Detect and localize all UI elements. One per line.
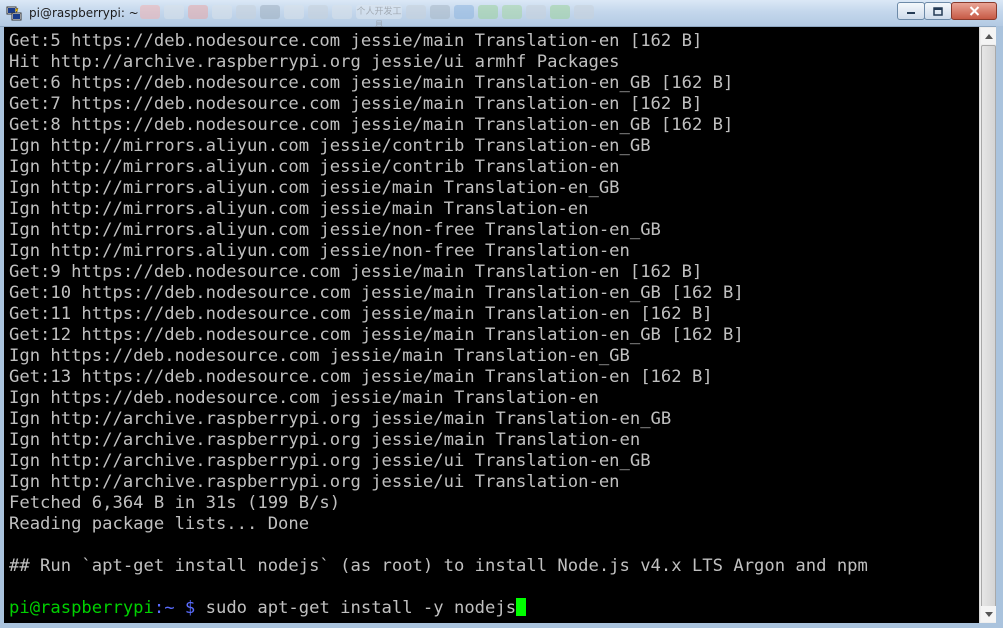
app-thumb-icon	[284, 5, 304, 19]
app-thumb-icon	[164, 5, 184, 19]
terminal-line: Ign http://mirrors.aliyun.com jessie/mai…	[9, 178, 620, 198]
taskbar-label: 个人开发工具	[356, 5, 402, 31]
maximize-button[interactable]	[924, 2, 952, 20]
prompt-path: :~ $	[153, 598, 196, 618]
app-thumb-icon	[550, 5, 570, 19]
terminal-line: Ign http://mirrors.aliyun.com jessie/non…	[9, 241, 630, 261]
app-thumb-icon	[140, 5, 160, 19]
app-thumb-icon	[430, 5, 450, 19]
app-thumb-icon	[454, 5, 474, 19]
terminal-line: Get:7 https://deb.nodesource.com jessie/…	[9, 94, 703, 114]
terminal-line: ## Run `apt-get install nodejs` (as root…	[9, 556, 868, 576]
terminal-line: Ign https://deb.nodesource.com jessie/ma…	[9, 346, 630, 366]
app-thumb-icon	[502, 5, 522, 19]
app-thumb-icon	[212, 5, 232, 19]
terminal-line: Ign http://mirrors.aliyun.com jessie/con…	[9, 157, 620, 177]
prompt-line[interactable]: pi@raspberrypi:~ $ sudo apt-get install …	[9, 598, 868, 619]
putty-icon	[6, 6, 22, 21]
terminal-line: Ign http://mirrors.aliyun.com jessie/non…	[9, 220, 661, 240]
scroll-down-button[interactable]	[981, 606, 996, 622]
app-thumb-icon	[188, 5, 208, 19]
terminal-line: Ign http://archive.raspberrypi.org jessi…	[9, 430, 641, 450]
terminal-lines: Get:5 https://deb.nodesource.com jessie/…	[9, 31, 868, 619]
terminal-line: Hit http://archive.raspberrypi.org jessi…	[9, 52, 620, 72]
app-thumb-icon	[332, 5, 352, 19]
terminal-line: Ign http://mirrors.aliyun.com jessie/con…	[9, 136, 651, 156]
arrow-up-icon	[984, 33, 993, 39]
terminal-line: Get:5 https://deb.nodesource.com jessie/…	[9, 31, 703, 51]
terminal-output[interactable]: Get:5 https://deb.nodesource.com jessie/…	[4, 27, 991, 623]
window-border-right	[996, 26, 1003, 628]
terminal-line: Get:12 https://deb.nodesource.com jessie…	[9, 325, 744, 345]
taskbar-thumbnails: 个人开发工具	[140, 3, 695, 31]
terminal-line: Ign http://archive.raspberrypi.org jessi…	[9, 451, 651, 471]
terminal-line: Ign http://archive.raspberrypi.org jessi…	[9, 409, 672, 429]
app-thumb-icon	[236, 5, 256, 19]
close-icon	[969, 6, 979, 16]
scroll-up-button[interactable]	[981, 28, 996, 44]
terminal-line: Ign http://archive.raspberrypi.org jessi…	[9, 472, 620, 492]
scrollbar-thumb[interactable]	[981, 45, 996, 611]
terminal-line: Get:9 https://deb.nodesource.com jessie/…	[9, 262, 703, 282]
window-controls	[897, 2, 997, 20]
text-cursor	[516, 598, 527, 616]
terminal-line: Ign http://mirrors.aliyun.com jessie/mai…	[9, 199, 589, 219]
title-bar[interactable]: pi@raspberrypi: ~ 个人开发工具	[0, 0, 1003, 31]
terminal-window: pi@raspberrypi: ~ 个人开发工具 Get:5 https://d…	[0, 0, 1003, 628]
app-thumb-icon	[308, 5, 328, 19]
terminal-line: Reading package lists... Done	[9, 514, 310, 534]
terminal-line: Get:13 https://deb.nodesource.com jessie…	[9, 367, 713, 387]
arrow-down-icon	[984, 611, 993, 617]
command-input[interactable]: sudo apt-get install -y nodejs	[195, 598, 516, 618]
app-thumb-icon	[406, 5, 426, 19]
terminal-line: Get:10 https://deb.nodesource.com jessie…	[9, 283, 744, 303]
close-button[interactable]	[951, 2, 997, 20]
app-thumb-icon	[478, 5, 498, 19]
app-thumb-icon	[574, 5, 594, 19]
terminal-line: Get:11 https://deb.nodesource.com jessie…	[9, 304, 713, 324]
minimize-icon	[907, 12, 915, 14]
app-thumb-icon	[260, 5, 280, 19]
terminal-line: Ign https://deb.nodesource.com jessie/ma…	[9, 388, 599, 408]
window-border-bottom	[0, 623, 1003, 628]
terminal-line: Get:6 https://deb.nodesource.com jessie/…	[9, 73, 734, 93]
window-title: pi@raspberrypi: ~	[29, 6, 139, 20]
terminal-line: Fetched 6,364 B in 31s (199 B/s)	[9, 493, 341, 513]
terminal-line: Get:8 https://deb.nodesource.com jessie/…	[9, 115, 734, 135]
app-thumb-icon	[526, 5, 546, 19]
prompt-user-host: pi@raspberrypi	[9, 598, 154, 618]
minimize-button[interactable]	[897, 2, 925, 20]
maximize-icon	[933, 6, 943, 16]
vertical-scrollbar[interactable]	[979, 27, 996, 623]
